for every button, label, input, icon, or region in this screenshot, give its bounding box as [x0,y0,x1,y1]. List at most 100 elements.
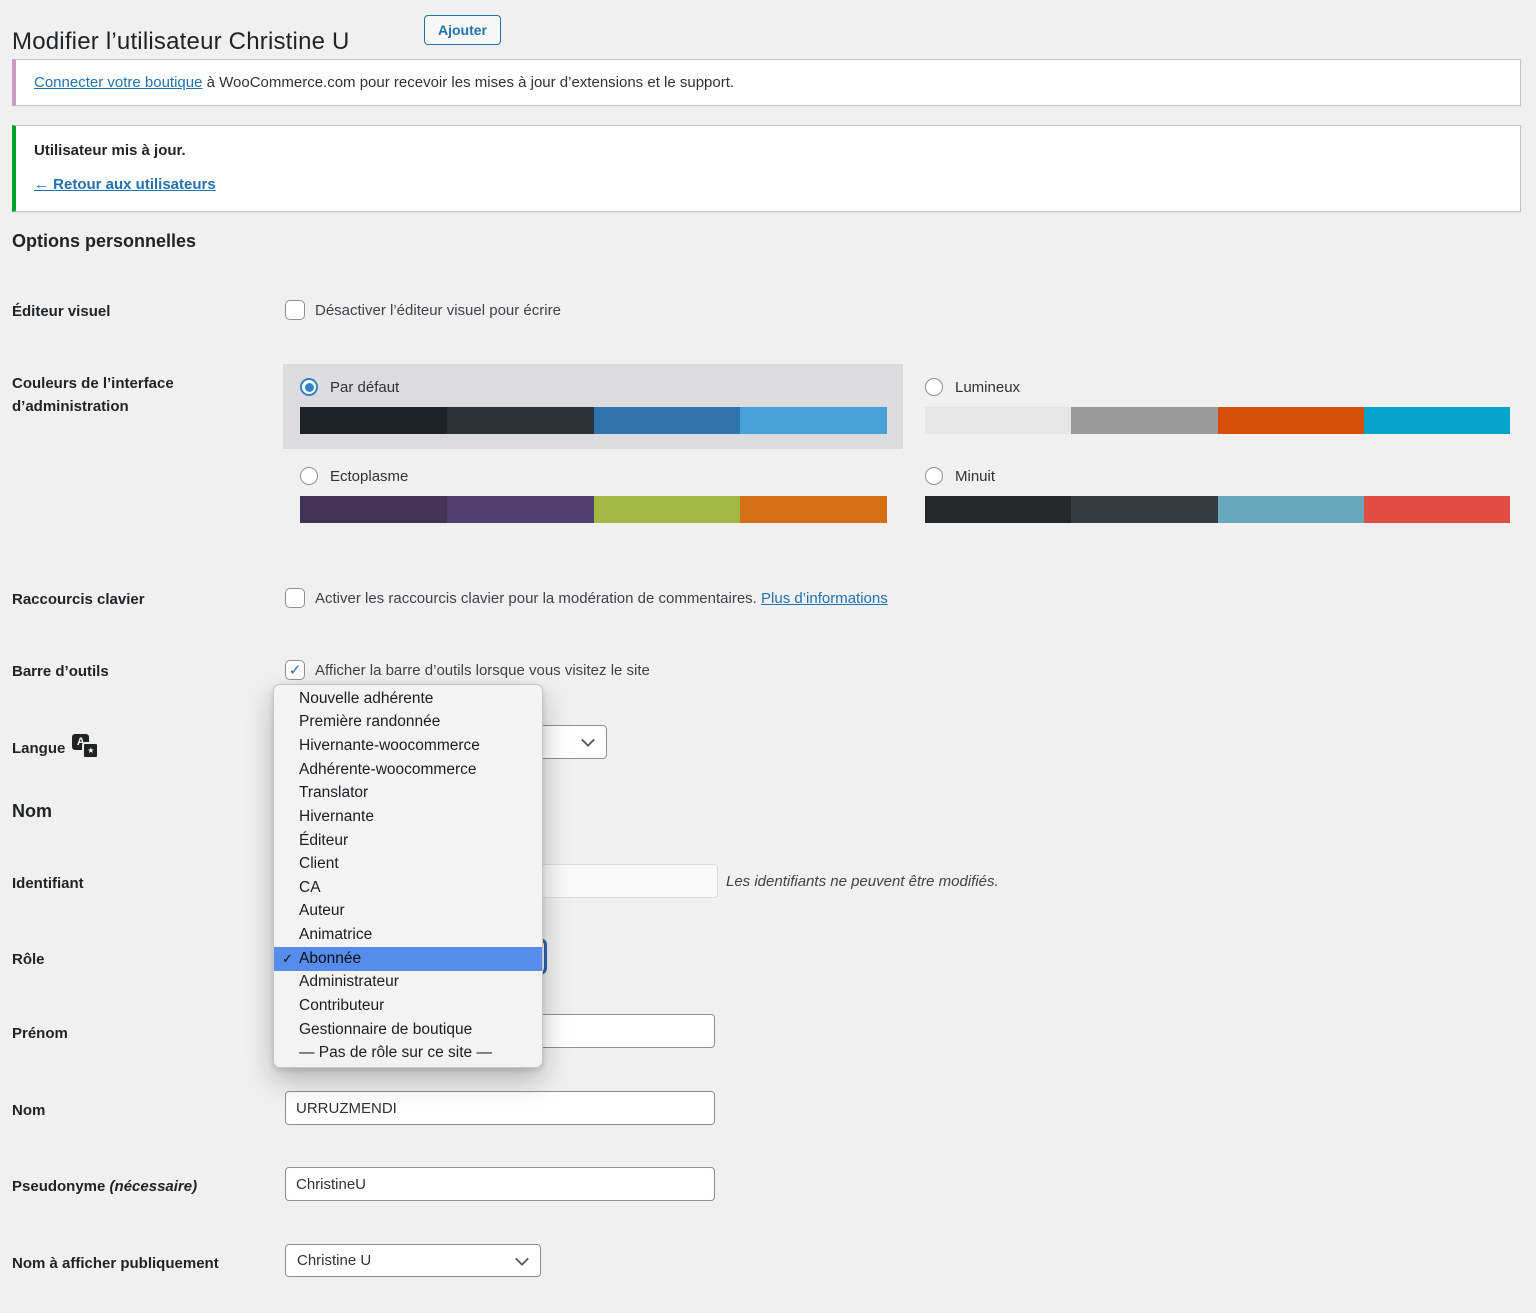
role-option[interactable]: Hivernante [274,805,542,829]
color-scheme-option[interactable]: Par défaut [283,364,903,449]
role-option[interactable]: CA [274,876,542,900]
role-option[interactable]: — Pas de rôle sur ce site — [274,1041,542,1065]
keyboard-shortcuts-checkbox-label[interactable]: Activer les raccourcis clavier pour la m… [315,590,888,607]
personal-options-heading: Options personnelles [12,231,196,252]
user-updated-notice: Utilisateur mis à jour. ← Retour aux uti… [12,125,1521,212]
role-option[interactable]: Première randonnée [274,711,542,735]
role-option-label: Administrateur [299,973,399,991]
role-option-label: — Pas de rôle sur ce site — [299,1044,492,1062]
language-label: LangueA★ [12,734,99,760]
role-option-label: Animatrice [299,926,372,944]
role-dropdown-popup: Nouvelle adhérente Première randonnée Hive… [273,684,543,1068]
role-option[interactable]: Contributeur [274,994,542,1018]
visual-editor-checkbox-label[interactable]: Désactiver l’éditeur visuel pour écrire [315,302,561,319]
scheme-color-swatch [1218,407,1364,434]
scheme-radio[interactable] [925,378,943,396]
role-option[interactable]: Animatrice [274,923,542,947]
scheme-color-bar [300,407,887,434]
toolbar-checkbox[interactable] [285,660,305,680]
more-info-link[interactable]: Plus d’informations [761,590,888,607]
woocommerce-notice: Connecter votre boutique à WooCommerce.c… [12,59,1521,106]
chevron-down-icon [515,1251,529,1265]
nickname-label-text: Pseudonyme [12,1178,105,1195]
toolbar-label: Barre d’outils [12,660,109,683]
role-option-label: Auteur [299,902,345,920]
display-name-select-value: Christine U [297,1252,371,1269]
scheme-name: Minuit [955,468,995,485]
role-option-label: Client [299,855,339,873]
scheme-color-swatch [594,496,741,523]
scheme-color-swatch [594,407,741,434]
page-title: Modifier l’utilisateur Christine U [12,28,350,56]
chevron-down-icon [581,733,595,747]
toolbar-checkbox-label[interactable]: Afficher la barre d’outils lorsque vous … [315,662,650,679]
role-option[interactable]: ✓ Abonnée [274,947,542,971]
color-scheme-option[interactable]: Ectoplasme [283,453,903,538]
scheme-color-swatch [740,407,887,434]
scheme-radio[interactable] [300,378,318,396]
display-name-select[interactable]: Christine U [285,1244,541,1277]
keyboard-shortcuts-checkbox[interactable] [285,588,305,608]
add-user-button[interactable]: Ajouter [424,15,501,45]
username-note: Les identifiants ne peuvent être modifié… [726,873,999,890]
scheme-color-swatch [1071,496,1217,523]
role-option[interactable]: Hivernante-woocommerce [274,734,542,758]
role-option-label: Adhérente-woocommerce [299,761,476,779]
role-option-label: Translator [299,784,368,802]
visual-editor-checkbox[interactable] [285,300,305,320]
scheme-color-swatch [447,496,594,523]
color-scheme-option[interactable]: Lumineux [921,364,1510,449]
scheme-radio[interactable] [300,467,318,485]
role-option-label: Hivernante [299,808,374,826]
back-to-users-link[interactable]: ← Retour aux utilisateurs [34,176,216,193]
role-label: Rôle [12,948,45,971]
scheme-color-swatch [1218,496,1364,523]
role-option[interactable]: Éditeur [274,829,542,853]
scheme-color-swatch [740,496,887,523]
first-name-label: Prénom [12,1022,68,1045]
user-updated-message: Utilisateur mis à jour. [34,142,1502,159]
connect-store-link[interactable]: Connecter votre boutique [34,74,202,91]
name-section-heading: Nom [12,801,52,822]
scheme-color-swatch [925,407,1071,434]
scheme-radio[interactable] [925,467,943,485]
role-option[interactable]: Auteur [274,900,542,924]
color-scheme-option[interactable]: Minuit [921,453,1510,538]
role-option-label: Hivernante-woocommerce [299,737,480,755]
role-option[interactable]: Gestionnaire de boutique [274,1018,542,1042]
language-label-text: Langue [12,740,65,757]
role-option-label: Première randonnée [299,713,440,731]
scheme-color-swatch [1364,407,1510,434]
check-icon: ✓ [282,951,293,967]
scheme-color-swatch [300,496,447,523]
role-option[interactable]: Client [274,852,542,876]
scheme-color-swatch [1071,407,1217,434]
visual-editor-label: Éditeur visuel [12,300,110,323]
username-label: Identifiant [12,872,84,895]
keyboard-shortcuts-text: Activer les raccourcis clavier pour la m… [315,590,761,607]
scheme-color-swatch [925,496,1071,523]
scheme-name: Ectoplasme [330,468,408,485]
woocommerce-notice-text: à WooCommerce.com pour recevoir les mise… [202,74,734,91]
admin-colors-label-line2: d’administration [12,398,129,415]
scheme-color-bar [925,496,1510,523]
scheme-color-swatch [447,407,594,434]
admin-colors-label-line1: Couleurs de l’interface [12,375,174,392]
scheme-name: Lumineux [955,379,1020,396]
role-option[interactable]: Translator [274,782,542,806]
role-option-label: Nouvelle adhérente [299,690,433,708]
nickname-input[interactable] [285,1167,715,1201]
role-option[interactable]: Adhérente-woocommerce [274,758,542,782]
role-option[interactable]: Administrateur [274,971,542,995]
translation-icon-badge: ★ [82,742,99,759]
role-option-label: Gestionnaire de boutique [299,1021,472,1039]
nickname-required-note: (nécessaire) [110,1178,198,1195]
scheme-color-swatch [300,407,447,434]
role-option[interactable]: Nouvelle adhérente [274,687,542,711]
last-name-input[interactable] [285,1091,715,1125]
scheme-color-bar [925,407,1510,434]
scheme-name: Par défaut [330,379,399,396]
scheme-color-swatch [1364,496,1510,523]
keyboard-shortcuts-label: Raccourcis clavier [12,588,145,611]
role-option-label: Abonnée [299,950,361,968]
